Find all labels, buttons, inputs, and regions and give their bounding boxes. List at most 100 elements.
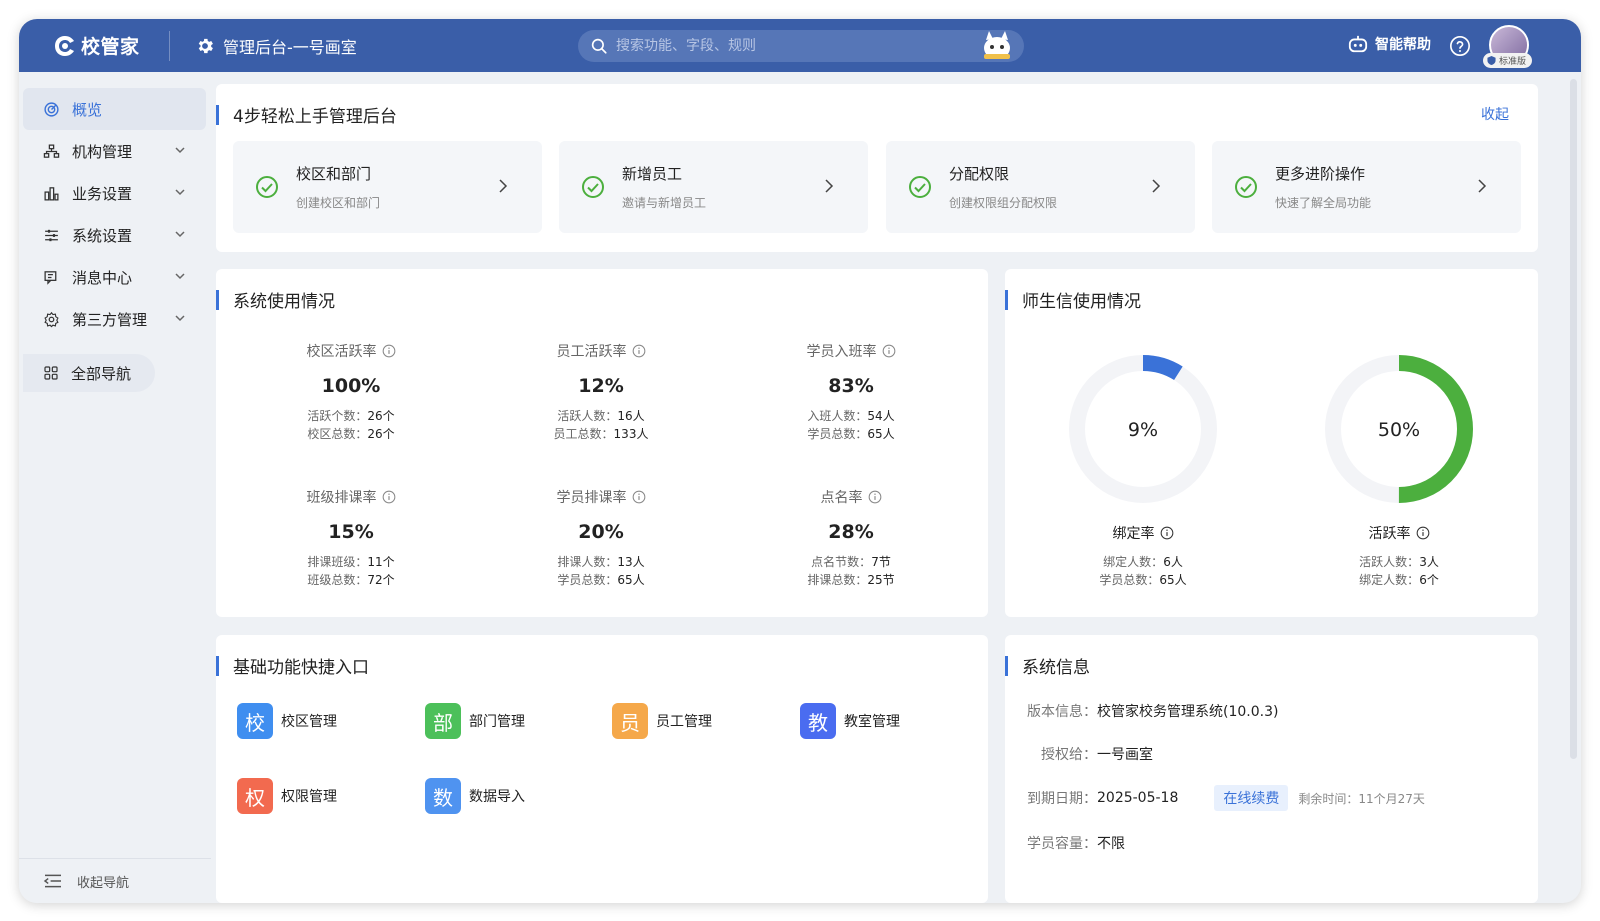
expire-row: 到期日期： 2025-05-18 在线续费 剩余时间：11个月27天: [1022, 785, 1425, 811]
sidebar-item-messages[interactable]: 消息中心: [23, 256, 206, 298]
quick-entry-icon: 员: [612, 703, 648, 739]
expire-value: 2025-05-18: [1097, 790, 1179, 806]
search-box[interactable]: [578, 30, 1024, 62]
quick-entry[interactable]: 权权限管理: [237, 778, 337, 814]
question-icon[interactable]: [1449, 35, 1471, 57]
sidebar-item-org[interactable]: 机构管理: [23, 130, 206, 172]
system-info-card: 系统信息 版本信息： 校管家校务管理系统(10.0.3) 授权给： 一号画室 到…: [1005, 635, 1538, 903]
donut-detail-value: 65人: [1159, 573, 1187, 587]
metric-label-row: 班级排课率: [246, 487, 456, 507]
metric-block: 班级排课率 15% 排课班级：11个 班级总数：72个: [246, 487, 456, 589]
metric-value: 100%: [321, 375, 381, 397]
metric-detail-key: 入班人数：: [807, 409, 868, 423]
collapse-link[interactable]: 收起: [1481, 104, 1509, 124]
metric-label-row: 学员入班率: [746, 341, 956, 361]
version-row: 版本信息： 校管家校务管理系统(10.0.3): [1022, 701, 1278, 721]
quick-entry-label: 权限管理: [281, 789, 337, 805]
version-value: 校管家校务管理系统(10.0.3): [1097, 704, 1279, 720]
sidebar-item-third-party[interactable]: 第三方管理: [23, 298, 206, 340]
metric-detail-value: 72个: [367, 573, 395, 587]
step-card[interactable]: 新增员工 邀请与新增员工: [559, 141, 868, 233]
metric-detail-key: 活跃个数：: [307, 409, 368, 423]
quick-entry-label: 员工管理: [656, 714, 712, 730]
sidebar-item-label: 机构管理: [72, 142, 133, 161]
card-title: 基础功能快捷入口: [233, 658, 369, 678]
usage-card: 系统使用情况 校区活跃率 100% 活跃个数：26个 校区总数：26个 员工活跃率 12%…: [216, 269, 988, 617]
donut-detail-value: 6人: [1163, 555, 1183, 569]
metric-label: 学员排课率: [556, 490, 627, 506]
smart-help[interactable]: 智能帮助: [1347, 34, 1431, 54]
quick-entry-icon: 校: [237, 703, 273, 739]
metric-detail: 活跃个数：26个 校区总数：26个: [246, 407, 456, 443]
license-key: 授权给：: [1041, 747, 1097, 763]
onboarding-card: 4步轻松上手管理后台 收起 校区和部门 创建校区和部门 新增员工 邀请与新增员工: [216, 84, 1538, 252]
quick-entry-label: 教室管理: [844, 714, 900, 730]
info-icon[interactable]: [632, 344, 646, 358]
metric-label-row: 学员排课率: [496, 487, 706, 507]
quick-entry[interactable]: 校校区管理: [237, 703, 337, 739]
brand-logo[interactable]: 校管家: [53, 32, 140, 59]
metric-detail-value: 25节: [867, 573, 895, 587]
quick-entry[interactable]: 部部门管理: [425, 703, 525, 739]
metric-detail: 排课班级：11个 班级总数：72个: [246, 553, 456, 589]
capacity-row: 学员容量： 不限: [1022, 833, 1125, 853]
card-accent: [1005, 290, 1008, 310]
collapse-nav-label: 收起导航: [77, 875, 130, 891]
sidebar-item-label: 系统设置: [72, 226, 133, 245]
step-card[interactable]: 分配权限 创建权限组分配权限: [886, 141, 1195, 233]
all-nav-button[interactable]: 全部导航: [23, 354, 155, 392]
step-card[interactable]: 更多进阶操作 快速了解全局功能: [1212, 141, 1521, 233]
collapse-nav-button[interactable]: 收起导航: [19, 858, 211, 903]
quick-entry-icon: 教: [800, 703, 836, 739]
quick-entry[interactable]: 员员工管理: [612, 703, 712, 739]
check-circle-icon: [909, 176, 931, 198]
info-icon[interactable]: [382, 344, 396, 358]
step-title: 校区和部门: [296, 165, 372, 183]
metric-detail-value: 7节: [871, 555, 891, 569]
metric-detail: 入班人数：54人 学员总数：65人: [746, 407, 956, 443]
metric-detail-value: 11个: [367, 555, 395, 569]
check-circle-icon: [582, 176, 604, 198]
step-card[interactable]: 校区和部门 创建校区和部门: [233, 141, 542, 233]
quick-entry[interactable]: 数数据导入: [425, 778, 525, 814]
sidebar-item-label: 业务设置: [72, 184, 133, 203]
info-icon[interactable]: [1160, 526, 1174, 540]
sidebar-item-system[interactable]: 系统设置: [23, 214, 206, 256]
metric-detail-value: 16人: [617, 409, 645, 423]
metric-detail-key: 校区总数：: [307, 427, 368, 441]
sidebar-item-overview[interactable]: 概览: [23, 88, 206, 130]
chevron-down-icon: [175, 315, 185, 322]
info-icon[interactable]: [382, 490, 396, 504]
metric-label: 员工活跃率: [556, 344, 627, 360]
info-icon[interactable]: [868, 490, 882, 504]
info-icon[interactable]: [1416, 526, 1430, 540]
sidebar-item-business[interactable]: 业务设置: [23, 172, 206, 214]
sliders-icon: [45, 229, 58, 241]
chevron-down-icon: [175, 147, 185, 154]
top-bar: 校管家 管理后台-一号画室 搜索功能、字段、规则 智能帮助 标准版: [19, 19, 1581, 72]
donut-detail-value: 3人: [1419, 555, 1439, 569]
donut-value: 9%: [1128, 419, 1158, 441]
info-icon[interactable]: [882, 344, 896, 358]
metric-detail-value: 54人: [867, 409, 895, 423]
metric-detail-key: 员工总数：: [553, 427, 614, 441]
card-title: 4步轻松上手管理后台: [233, 107, 397, 127]
quick-entry[interactable]: 教教室管理: [800, 703, 900, 739]
search-input[interactable]: [616, 38, 946, 54]
license-row: 授权给： 一号画室: [1022, 744, 1153, 764]
donut-detail: 活跃人数：3人 绑定人数：6个: [1309, 553, 1489, 589]
quick-entry-icon: 数: [425, 778, 461, 814]
metric-detail-key: 排课班级：: [307, 555, 368, 569]
metric-detail-value: 65人: [617, 573, 645, 587]
admin-title[interactable]: 管理后台-一号画室: [195, 34, 357, 58]
check-circle-icon: [256, 176, 278, 198]
scrollbar[interactable]: [1570, 79, 1577, 759]
step-title: 更多进阶操作: [1275, 165, 1366, 183]
renew-button[interactable]: 在线续费: [1214, 785, 1289, 811]
version-key: 版本信息：: [1027, 704, 1097, 720]
app-window: 校管家 管理后台-一号画室 搜索功能、字段、规则 智能帮助 标准版 概览 机构管…: [19, 19, 1581, 903]
donut-value: 50%: [1378, 419, 1420, 441]
metric-label: 校区活跃率: [306, 344, 377, 360]
card-accent: [1005, 656, 1008, 676]
info-icon[interactable]: [632, 490, 646, 504]
